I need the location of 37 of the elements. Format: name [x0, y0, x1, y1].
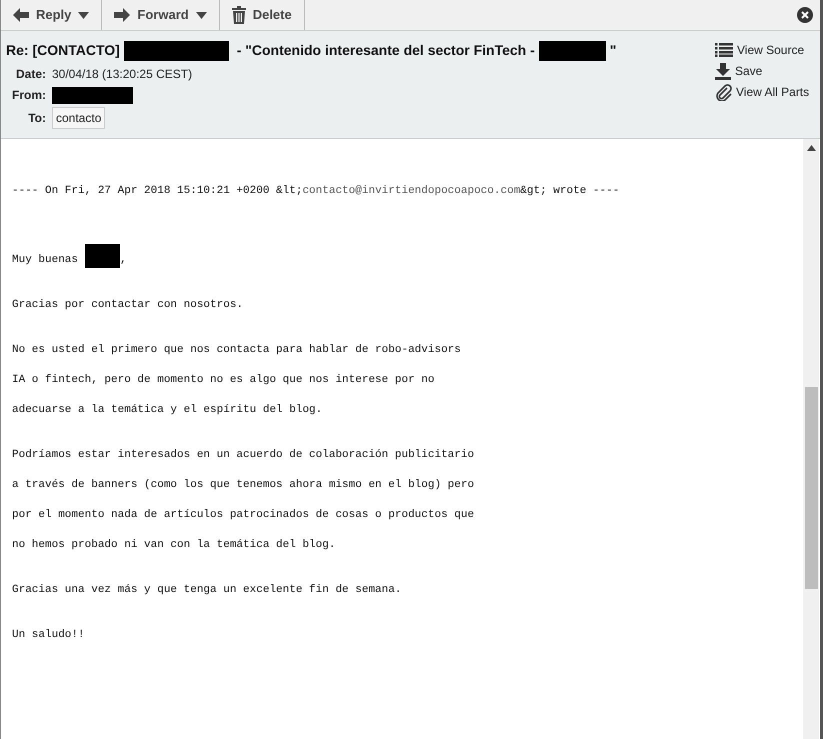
download-icon — [715, 62, 731, 80]
greeting-text: Muy buenas — [12, 253, 78, 268]
arrow-right-icon — [114, 8, 130, 22]
body-text-line: Podríamos estar interesados en un acuerdo de colaboración publicitario — [12, 448, 476, 463]
comma-text: , — [120, 253, 127, 268]
body-text-line: adecuarse a la temática y el espíritu del blog. — [12, 403, 324, 418]
body-text-line: No es usted el primero que nos contacta para hablar de robo-advisors — [12, 343, 462, 358]
body-text-line: Gracias por contactar con nosotros. — [12, 298, 244, 313]
field-label: Date: — [14, 66, 46, 83]
email-link[interactable]: contacto@invirtiendopocoapoco.com — [302, 185, 520, 197]
close-icon — [797, 7, 813, 23]
quote-header-text: ---- On Fri, 27 Apr 2018 15:10:21 +0200 &lt;contacto@invirtiendopocoapoco.com&gt; wrote ---- — [12, 184, 620, 199]
list-icon — [715, 43, 733, 57]
scrollbar[interactable] — [803, 139, 819, 739]
date-value: 30/04/18 (13:20:25 CEST) — [52, 66, 192, 83]
body-text-line: no hemos probado ni van con la temática del blog. — [12, 538, 336, 553]
subject-text: - "Contenido interesante del sector FinTech - — [236, 41, 535, 60]
paperclip-icon — [715, 84, 732, 100]
action-link[interactable]: Save — [715, 62, 815, 80]
subject-text: Re: [CONTACTO] — [6, 41, 120, 60]
body-text-line: Un saludo!! — [12, 628, 86, 643]
body-text-line: a través de banners (como los que tenemos ahora mismo en el blog) pero — [12, 478, 476, 493]
field-label: From: — [11, 87, 46, 104]
arrow-left-icon — [13, 8, 29, 22]
body-text-line: IA o fintech, pero de momento no es algo que nos interese por no — [12, 373, 436, 388]
scroll-thumb[interactable] — [804, 387, 818, 589]
field-label: To: — [27, 110, 46, 127]
action-link[interactable]: View All Parts — [715, 83, 815, 101]
trash-icon — [232, 6, 246, 24]
subject-text: " — [610, 41, 616, 60]
redaction-mark — [538, 40, 606, 60]
body-text-line: Gracias una vez más y que tenga un excelente fin de semana. — [12, 583, 402, 598]
body-text-line: por el momento nada de artículos patrocinados de cosas o productos que — [12, 508, 476, 523]
recipient-chip[interactable]: contacto — [52, 107, 106, 129]
action-link[interactable]: View Source — [715, 41, 815, 59]
redaction-mark — [85, 244, 120, 268]
scroll-up-icon[interactable] — [806, 145, 816, 151]
